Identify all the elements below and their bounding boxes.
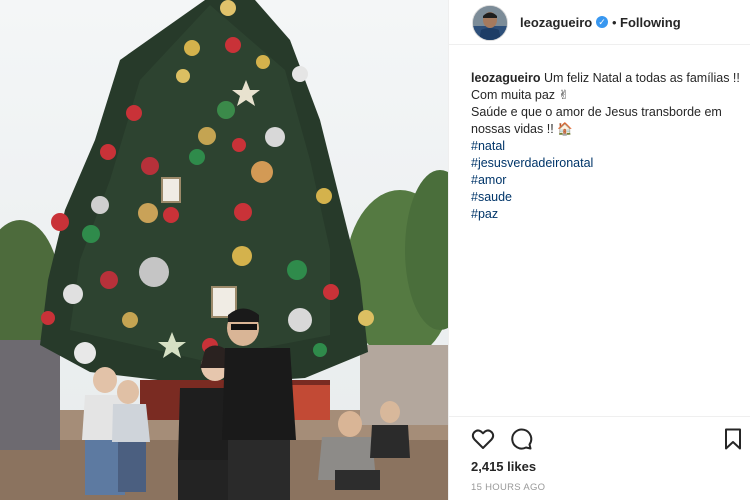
comment-icon[interactable] <box>509 427 533 451</box>
hashtag-link-jesusverdadeironatal[interactable]: #jesusverdadeironatal <box>471 155 743 172</box>
following-button[interactable]: Following <box>620 15 681 30</box>
caption-username-link[interactable]: leozagueiro <box>471 71 540 85</box>
username-link[interactable]: leozagueiro <box>520 15 592 30</box>
profile-picture <box>473 6 507 40</box>
hashtag-link-natal[interactable]: #natal <box>471 138 743 155</box>
caption-text-line-2: Saúde e que o amor de Jesus transborde e… <box>471 105 722 136</box>
hashtag-link-paz[interactable]: #paz <box>471 206 743 223</box>
hashtag-link-amor[interactable]: #amor <box>471 172 743 189</box>
post-caption: leozagueiro Um feliz Natal a todas as fa… <box>471 70 743 223</box>
post-photo[interactable] <box>0 0 448 500</box>
like-count[interactable]: 2,415 likes <box>471 459 536 474</box>
post-header: leozagueiro ✓ • Following <box>449 0 750 45</box>
post-sidebar: leozagueiro ✓ • Following leozagueiro Um… <box>448 0 750 500</box>
verified-badge-icon: ✓ <box>596 16 608 28</box>
post-actions: 2,415 likes 15 HOURS AGO <box>449 416 750 501</box>
avatar[interactable] <box>472 5 508 41</box>
heart-icon[interactable] <box>471 427 495 451</box>
bookmark-icon[interactable] <box>721 427 745 451</box>
hashtag-link-saude[interactable]: #saude <box>471 189 743 206</box>
christmas-tree-photo <box>0 0 448 500</box>
separator-dot: • <box>612 15 617 30</box>
post-timestamp[interactable]: 15 HOURS AGO <box>471 482 545 493</box>
